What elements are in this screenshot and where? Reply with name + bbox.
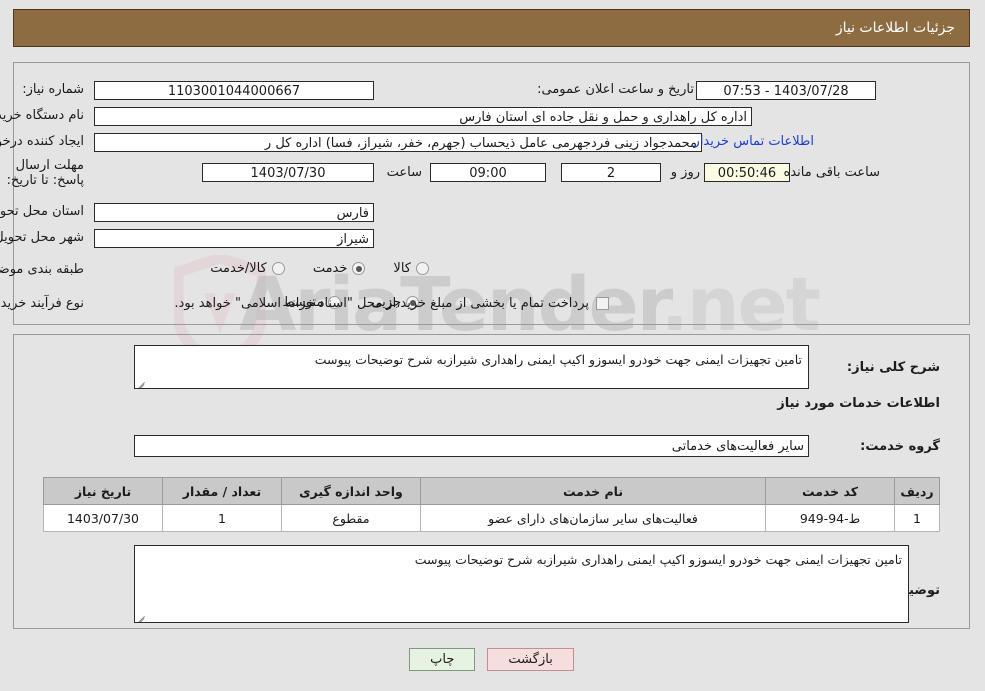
need-number-value: 1103001044000667 <box>95 81 375 100</box>
cell-service-name: فعالیت‌های سایر سازمان‌های دارای عضو <box>421 504 767 532</box>
table-header-row: ردیف کد خدمت نام خدمت واحد اندازه گیری ت… <box>44 477 941 505</box>
need-number-row: شماره نیاز: <box>23 82 85 97</box>
buyer-org-label: نام دستگاه خریدار: <box>0 108 85 123</box>
cell-index: 1 <box>895 504 941 532</box>
resize-grip-icon[interactable] <box>138 377 148 388</box>
cell-service-code: ط-94-949 <box>766 504 896 532</box>
cell-quantity: 1 <box>163 504 283 532</box>
th-service-code: کد خدمت <box>766 477 896 505</box>
th-index: ردیف <box>895 477 941 505</box>
category-row-label: طبقه بندی موضوعی: <box>0 262 85 277</box>
request-creator-label: ایجاد کننده درخواست: <box>0 134 85 149</box>
radio-icon[interactable] <box>417 262 430 275</box>
th-need-date: تاریخ نیاز <box>44 477 164 505</box>
announce-datetime-value: 1403/07/28 - 07:53 <box>697 81 877 100</box>
category-option-kala[interactable]: کالا <box>394 261 430 276</box>
page-title: جزئیات اطلاعات نیاز <box>836 20 956 36</box>
need-number-label: شماره نیاز: <box>23 82 85 97</box>
th-service-name: نام خدمت <box>421 477 767 505</box>
delivery-city-row: شهر محل تحویل: <box>0 230 85 245</box>
buyer-notes-value: تامین تجهیزات ایمنی جهت خودرو ایسوزو اکی… <box>415 552 903 567</box>
announce-datetime-row: تاریخ و ساعت اعلان عمومی: <box>538 82 695 97</box>
checkbox-icon[interactable] <box>597 297 610 310</box>
resize-grip-icon[interactable] <box>138 611 148 622</box>
category-label: طبقه بندی موضوعی: <box>0 262 85 277</box>
service-group-value: سایر فعالیت‌های خدماتی <box>135 435 810 457</box>
table-row: 1 ط-94-949 فعالیت‌های سایر سازمان‌های دا… <box>44 504 941 532</box>
deadline-countdown-value: 00:50:46 <box>705 163 791 182</box>
category-radio-group: کالا خدمت کالا/خدمت <box>211 261 430 276</box>
purchase-type-row-label: نوع فرآیند خرید : <box>0 296 85 311</box>
radio-icon[interactable] <box>272 262 286 275</box>
th-quantity: تعداد / مقدار <box>163 477 283 505</box>
delivery-city-label: شهر محل تحویل: <box>0 230 85 245</box>
need-info-panel <box>14 62 971 325</box>
deadline-countdown-label: ساعت باقی مانده <box>784 165 881 180</box>
services-table: ردیف کد خدمت نام خدمت واحد اندازه گیری ت… <box>44 477 941 532</box>
deadline-date-value: 1403/07/30 <box>203 163 375 182</box>
category-option-kala-khedmat[interactable]: کالا/خدمت <box>211 261 286 276</box>
radio-selected-icon[interactable] <box>353 262 367 275</box>
deadline-label: مهلت ارسال پاسخ: تا تاریخ: <box>7 158 85 188</box>
service-group-label: گروه خدمت: <box>861 439 941 454</box>
page-title-bar: جزئیات اطلاعات نیاز <box>14 9 971 47</box>
general-desc-label: شرح کلی نیاز: <box>847 360 941 375</box>
deadline-days-value: 2 <box>562 163 662 182</box>
action-button-bar: بازگشت چاپ <box>0 648 985 671</box>
back-button[interactable]: بازگشت <box>488 648 575 671</box>
general-desc-value: تامین تجهیزات ایمنی جهت خودرو ایسوزو اکی… <box>315 352 803 367</box>
delivery-province-value: فارس <box>95 203 375 222</box>
services-info-heading: اطلاعات خدمات مورد نیاز <box>778 396 941 411</box>
delivery-province-row: استان محل تحویل: <box>0 204 85 219</box>
delivery-city-value: شیراز <box>95 229 375 248</box>
announce-datetime-label: تاریخ و ساعت اعلان عمومی: <box>538 82 695 97</box>
deadline-time-value: 09:00 <box>431 163 547 182</box>
buyer-notes-textarea[interactable]: تامین تجهیزات ایمنی جهت خودرو ایسوزو اکی… <box>135 545 910 623</box>
category-option-khedmat[interactable]: خدمت <box>314 261 367 276</box>
cell-need-date: 1403/07/30 <box>44 504 164 532</box>
treasury-bond-checkbox-label: پرداخت تمام یا بخشی از مبلغ خرید،از محل … <box>175 296 590 311</box>
purchase-type-label: نوع فرآیند خرید : <box>0 296 85 311</box>
buyer-contact-link[interactable]: اطلاعات تماس خریدار <box>695 134 815 149</box>
request-creator-value: محمدجواد زینی فردجهرمی عامل ذیحساب (جهرم… <box>95 133 703 152</box>
general-desc-textarea[interactable]: تامین تجهیزات ایمنی جهت خودرو ایسوزو اکی… <box>135 345 810 389</box>
deadline-days-label: روز و <box>671 165 701 180</box>
cell-unit: مقطوع <box>282 504 422 532</box>
request-creator-row: ایجاد کننده درخواست: <box>0 134 85 149</box>
delivery-province-label: استان محل تحویل: <box>0 204 85 219</box>
buyer-org-row: نام دستگاه خریدار: <box>0 108 85 123</box>
treasury-bond-checkbox-row[interactable]: پرداخت تمام یا بخشی از مبلغ خرید،از محل … <box>175 296 610 311</box>
print-button[interactable]: چاپ <box>410 648 477 671</box>
deadline-time-label: ساعت <box>387 165 423 180</box>
th-unit: واحد اندازه گیری <box>282 477 422 505</box>
buyer-org-value: اداره کل راهداری و حمل و نقل جاده ای است… <box>95 107 753 126</box>
